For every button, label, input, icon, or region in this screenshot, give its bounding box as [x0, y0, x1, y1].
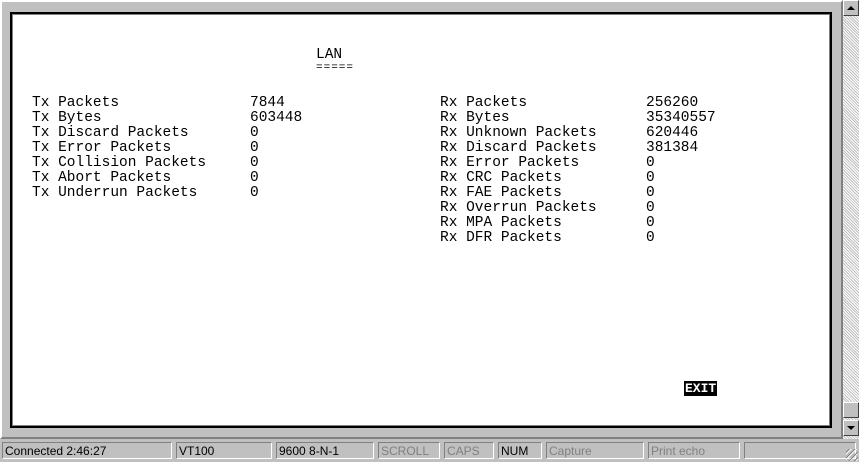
tx-underrun-packets-label: Tx Underrun Packets: [32, 185, 198, 201]
terminal-frame: LAN ===== Tx Packets 7844 Tx Bytes 60344…: [10, 12, 832, 428]
rx-mpa-packets-label: Rx MPA Packets: [440, 215, 562, 231]
rx-bytes-label: Rx Bytes: [440, 110, 510, 126]
tx-underrun-packets-value: 0: [250, 185, 259, 201]
hyperterminal-window: LAN ===== Tx Packets 7844 Tx Bytes 60344…: [0, 0, 843, 439]
tx-packets-label: Tx Packets: [32, 95, 120, 111]
rx-error-packets-label: Rx Error Packets: [440, 155, 580, 171]
status-num: NUM: [498, 442, 542, 459]
rx-fae-packets-value: 0: [646, 185, 655, 201]
arrow-up-icon: [847, 6, 855, 10]
exit-button[interactable]: EXIT: [684, 381, 718, 396]
tx-collision-packets-label: Tx Collision Packets: [32, 155, 207, 171]
tx-error-packets-label: Tx Error Packets: [32, 140, 172, 156]
scroll-down-button[interactable]: [843, 420, 859, 436]
tx-abort-packets-label: Tx Abort Packets: [32, 170, 172, 186]
rx-packets-label: Rx Packets: [440, 95, 528, 111]
scroll-up-button[interactable]: [843, 0, 859, 16]
rx-dfr-packets-value: 0: [646, 230, 655, 246]
status-emulation: VT100: [176, 442, 272, 459]
rx-mpa-packets-value: 0: [646, 215, 655, 231]
vertical-scrollbar[interactable]: [843, 0, 859, 439]
tx-discard-packets-label: Tx Discard Packets: [32, 125, 189, 141]
status-capture: Capture: [546, 442, 644, 459]
status-print-echo: Print echo: [648, 442, 740, 459]
resize-grip-icon[interactable]: [846, 449, 858, 461]
scroll-thumb[interactable]: [843, 402, 859, 418]
status-connection: Connected 2:46:27: [2, 442, 172, 459]
arrow-down-icon: [847, 426, 855, 430]
rx-packets-value: 256260: [646, 95, 699, 111]
tx-abort-packets-value: 0: [250, 170, 259, 186]
tx-bytes-value: 603448: [250, 110, 303, 126]
rx-bytes-value: 35340557: [646, 110, 716, 126]
rx-unknown-packets-value: 620446: [646, 125, 699, 141]
status-caps: CAPS: [444, 442, 494, 459]
rx-fae-packets-label: Rx FAE Packets: [440, 185, 562, 201]
status-scroll: SCROLL: [378, 442, 440, 459]
tx-bytes-label: Tx Bytes: [32, 110, 102, 126]
rx-overrun-packets-label: Rx Overrun Packets: [440, 200, 597, 216]
rx-error-packets-value: 0: [646, 155, 655, 171]
rx-overrun-packets-value: 0: [646, 200, 655, 216]
rx-discard-packets-label: Rx Discard Packets: [440, 140, 597, 156]
rx-discard-packets-value: 381384: [646, 140, 699, 156]
tx-discard-packets-value: 0: [250, 125, 259, 141]
rx-dfr-packets-label: Rx DFR Packets: [440, 230, 562, 246]
tx-collision-packets-value: 0: [250, 155, 259, 171]
rx-crc-packets-value: 0: [646, 170, 655, 186]
status-port-settings: 9600 8-N-1: [276, 442, 374, 459]
tx-error-packets-value: 0: [250, 140, 259, 156]
tx-packets-value: 7844: [250, 95, 285, 111]
status-bar: Connected 2:46:27 VT100 9600 8-N-1 SCROL…: [0, 439, 859, 462]
rx-unknown-packets-label: Rx Unknown Packets: [440, 125, 597, 141]
terminal-screen[interactable]: LAN ===== Tx Packets 7844 Tx Bytes 60344…: [14, 16, 828, 424]
screen-title-underline: =====: [316, 62, 355, 74]
status-empty-panel: [744, 442, 856, 459]
rx-crc-packets-label: Rx CRC Packets: [440, 170, 562, 186]
